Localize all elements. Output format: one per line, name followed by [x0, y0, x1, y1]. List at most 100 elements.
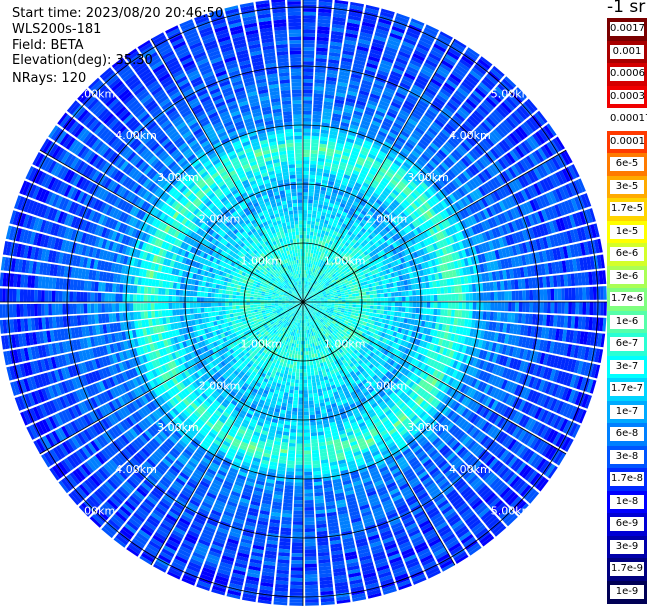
range-gate-cell: [308, 199, 313, 204]
range-gate-cell: [398, 291, 402, 297]
range-gate-cell: [310, 371, 315, 376]
range-gate-cell: [314, 225, 319, 230]
range-gate-cell: [308, 249, 311, 253]
range-gate-cell: [303, 217, 307, 221]
range-gate-cell: [327, 303, 332, 305]
range-gate-cell: [554, 288, 558, 301]
range-gate-cell: [370, 298, 374, 302]
range-gate-cell: [354, 313, 359, 317]
range-gate-cell: [447, 294, 452, 301]
range-gate-cell: [315, 178, 322, 183]
range-gate-cell: [341, 306, 346, 309]
range-gate-cell: [518, 290, 523, 301]
range-gate-cell: [362, 292, 367, 296]
range-gate-cell: [440, 302, 445, 309]
range-gate-cell: [314, 406, 321, 412]
range-gate-cell: [593, 302, 597, 316]
range-gate-cell: [314, 403, 320, 408]
range-gate-cell: [309, 357, 313, 362]
range-gate-cell: [503, 312, 508, 322]
range-gate-cell: [408, 313, 413, 319]
range-gate-cell: [532, 289, 537, 301]
range-gate-cell: [310, 231, 314, 236]
range-gate-cell: [311, 139, 319, 144]
range-gate-cell: [306, 266, 309, 271]
range-gate-cell: [380, 293, 385, 298]
range-gate-cell: [455, 293, 459, 301]
range-gate-cell: [373, 298, 378, 302]
range-gate-cell: [518, 302, 523, 312]
range-gate-cell: [303, 61, 314, 66]
range-gate-cell: [303, 89, 313, 94]
range-gate-cell: [303, 284, 305, 288]
range-gate-cell: [400, 285, 405, 291]
range-gate-cell: [305, 249, 309, 253]
range-gate-cell: [404, 285, 409, 291]
range-gate-cell: [423, 295, 427, 302]
range-gate-cell: [384, 297, 388, 302]
range-gate-cell: [380, 302, 385, 306]
range-gate-cell: [344, 308, 349, 312]
range-gate-cell: [309, 178, 315, 183]
range-gate-cell: [532, 302, 537, 313]
range-gate-cell: [305, 252, 308, 257]
range-gate-cell: [419, 295, 424, 302]
range-gate-cell: [348, 304, 353, 307]
range-gate-cell: [308, 185, 315, 190]
range-gate-cell: [303, 167, 310, 172]
range-gate-cell: [444, 294, 449, 301]
range-gate-cell: [451, 309, 455, 317]
range-gate-cell: [303, 139, 311, 143]
range-gate-cell: [303, 234, 306, 239]
range-gate-cell: [309, 181, 315, 186]
range-gate-cell: [307, 344, 311, 348]
range-gate-cell: [303, 206, 308, 211]
range-gate-cell: [303, 227, 307, 232]
range-gate-cell: [303, 178, 309, 182]
range-gate-cell: [307, 220, 311, 225]
range-gate-cell: [327, 297, 332, 300]
range-gate-cell: [352, 304, 356, 308]
range-gate-cell: [303, 103, 312, 108]
range-gate-cell: [309, 235, 313, 239]
range-gate-cell: [314, 75, 325, 80]
range-gate-cell: [303, 18, 316, 23]
range-gate-cell: [345, 304, 349, 307]
range-gate-cell: [426, 302, 431, 308]
range-gate-cell: [350, 314, 355, 318]
range-gate-cell: [464, 284, 470, 293]
range-gate-cell: [303, 132, 311, 136]
range-gate-cell: [309, 256, 313, 261]
range-gate-cell: [458, 302, 463, 310]
range-gate-cell: [490, 302, 495, 311]
range-gate-cell: [316, 247, 321, 252]
range-gate-cell: [331, 303, 335, 306]
range-gate-cell: [353, 284, 358, 288]
range-gate-cell: [306, 333, 309, 338]
range-gate-cell: [308, 263, 311, 268]
range-gate-cell: [345, 299, 349, 302]
range-gate-cell: [312, 382, 317, 387]
range-gate-cell: [304, 266, 307, 271]
range-gate-cell: [486, 311, 491, 321]
range-gate-cell: [354, 290, 359, 294]
range-gate-cell: [347, 289, 352, 293]
range-gate-cell: [394, 302, 399, 307]
range-gate-cell: [311, 135, 320, 140]
range-gate-cell: [387, 292, 392, 297]
range-gate-cell: [356, 299, 360, 302]
range-gate-cell: [472, 310, 477, 319]
range-gate-cell: [303, 57, 314, 62]
range-gate-cell: [571, 287, 576, 300]
range-gate-cell: [313, 235, 317, 240]
range-gate-cell: [313, 196, 319, 201]
range-gate-cell: [303, 280, 306, 285]
range-gate-cell: [507, 312, 512, 323]
range-gate-cell: [303, 125, 311, 129]
range-gate-cell: [394, 306, 399, 312]
range-gate-cell: [398, 302, 403, 307]
range-gate-cell: [419, 302, 424, 308]
range-gate-cell: [303, 199, 308, 203]
range-gate-cell: [309, 171, 316, 176]
range-gate-cell: [308, 242, 312, 246]
